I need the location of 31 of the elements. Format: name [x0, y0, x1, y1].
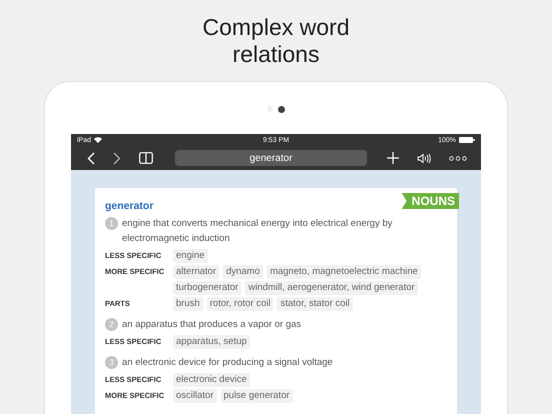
search-field[interactable]: generator [175, 150, 367, 166]
add-icon[interactable] [387, 152, 399, 164]
related-term[interactable]: engine [173, 249, 208, 263]
definition-text: an electronic device for producing a signal voltage [122, 356, 333, 370]
more-icon[interactable] [449, 156, 467, 160]
headline: Complex word relations [202, 14, 350, 68]
back-icon[interactable] [87, 152, 95, 164]
definition-text: engine that converts mechanical energy into electrical energy by electromagnetic induction [122, 217, 394, 246]
related-term[interactable]: turbogenerator [173, 281, 242, 295]
related-term[interactable]: windmill, aerogenerator, wind generator [245, 281, 418, 295]
related-term[interactable]: dynamo [223, 265, 263, 279]
book-icon[interactable] [139, 152, 153, 164]
related-term[interactable]: stator, stator coil [277, 297, 353, 311]
related-term[interactable]: rotor, rotor coil [206, 297, 274, 311]
wifi-icon [94, 137, 102, 143]
sense-number: 2 [105, 318, 118, 331]
related-term[interactable]: apparatus, setup [173, 335, 250, 349]
related-term[interactable]: electronic device [173, 373, 250, 387]
sense-number: 1 [105, 217, 118, 230]
definition-text: an apparatus that produces a vapor or gas [122, 318, 302, 332]
speaker-icon[interactable] [417, 152, 431, 164]
related-term[interactable]: alternator [173, 265, 220, 279]
related-term[interactable]: oscillator [173, 389, 216, 403]
related-term[interactable]: pulse generator [220, 389, 293, 403]
forward-icon[interactable] [113, 152, 121, 164]
battery-icon [459, 137, 475, 143]
related-term[interactable]: brush [173, 297, 203, 311]
related-term[interactable]: magneto, magnetoelectric machine [266, 265, 421, 279]
part-of-speech-tag: NOUNS [402, 193, 459, 209]
entry-word: generator [105, 200, 154, 212]
sense-number: 3 [105, 356, 118, 369]
